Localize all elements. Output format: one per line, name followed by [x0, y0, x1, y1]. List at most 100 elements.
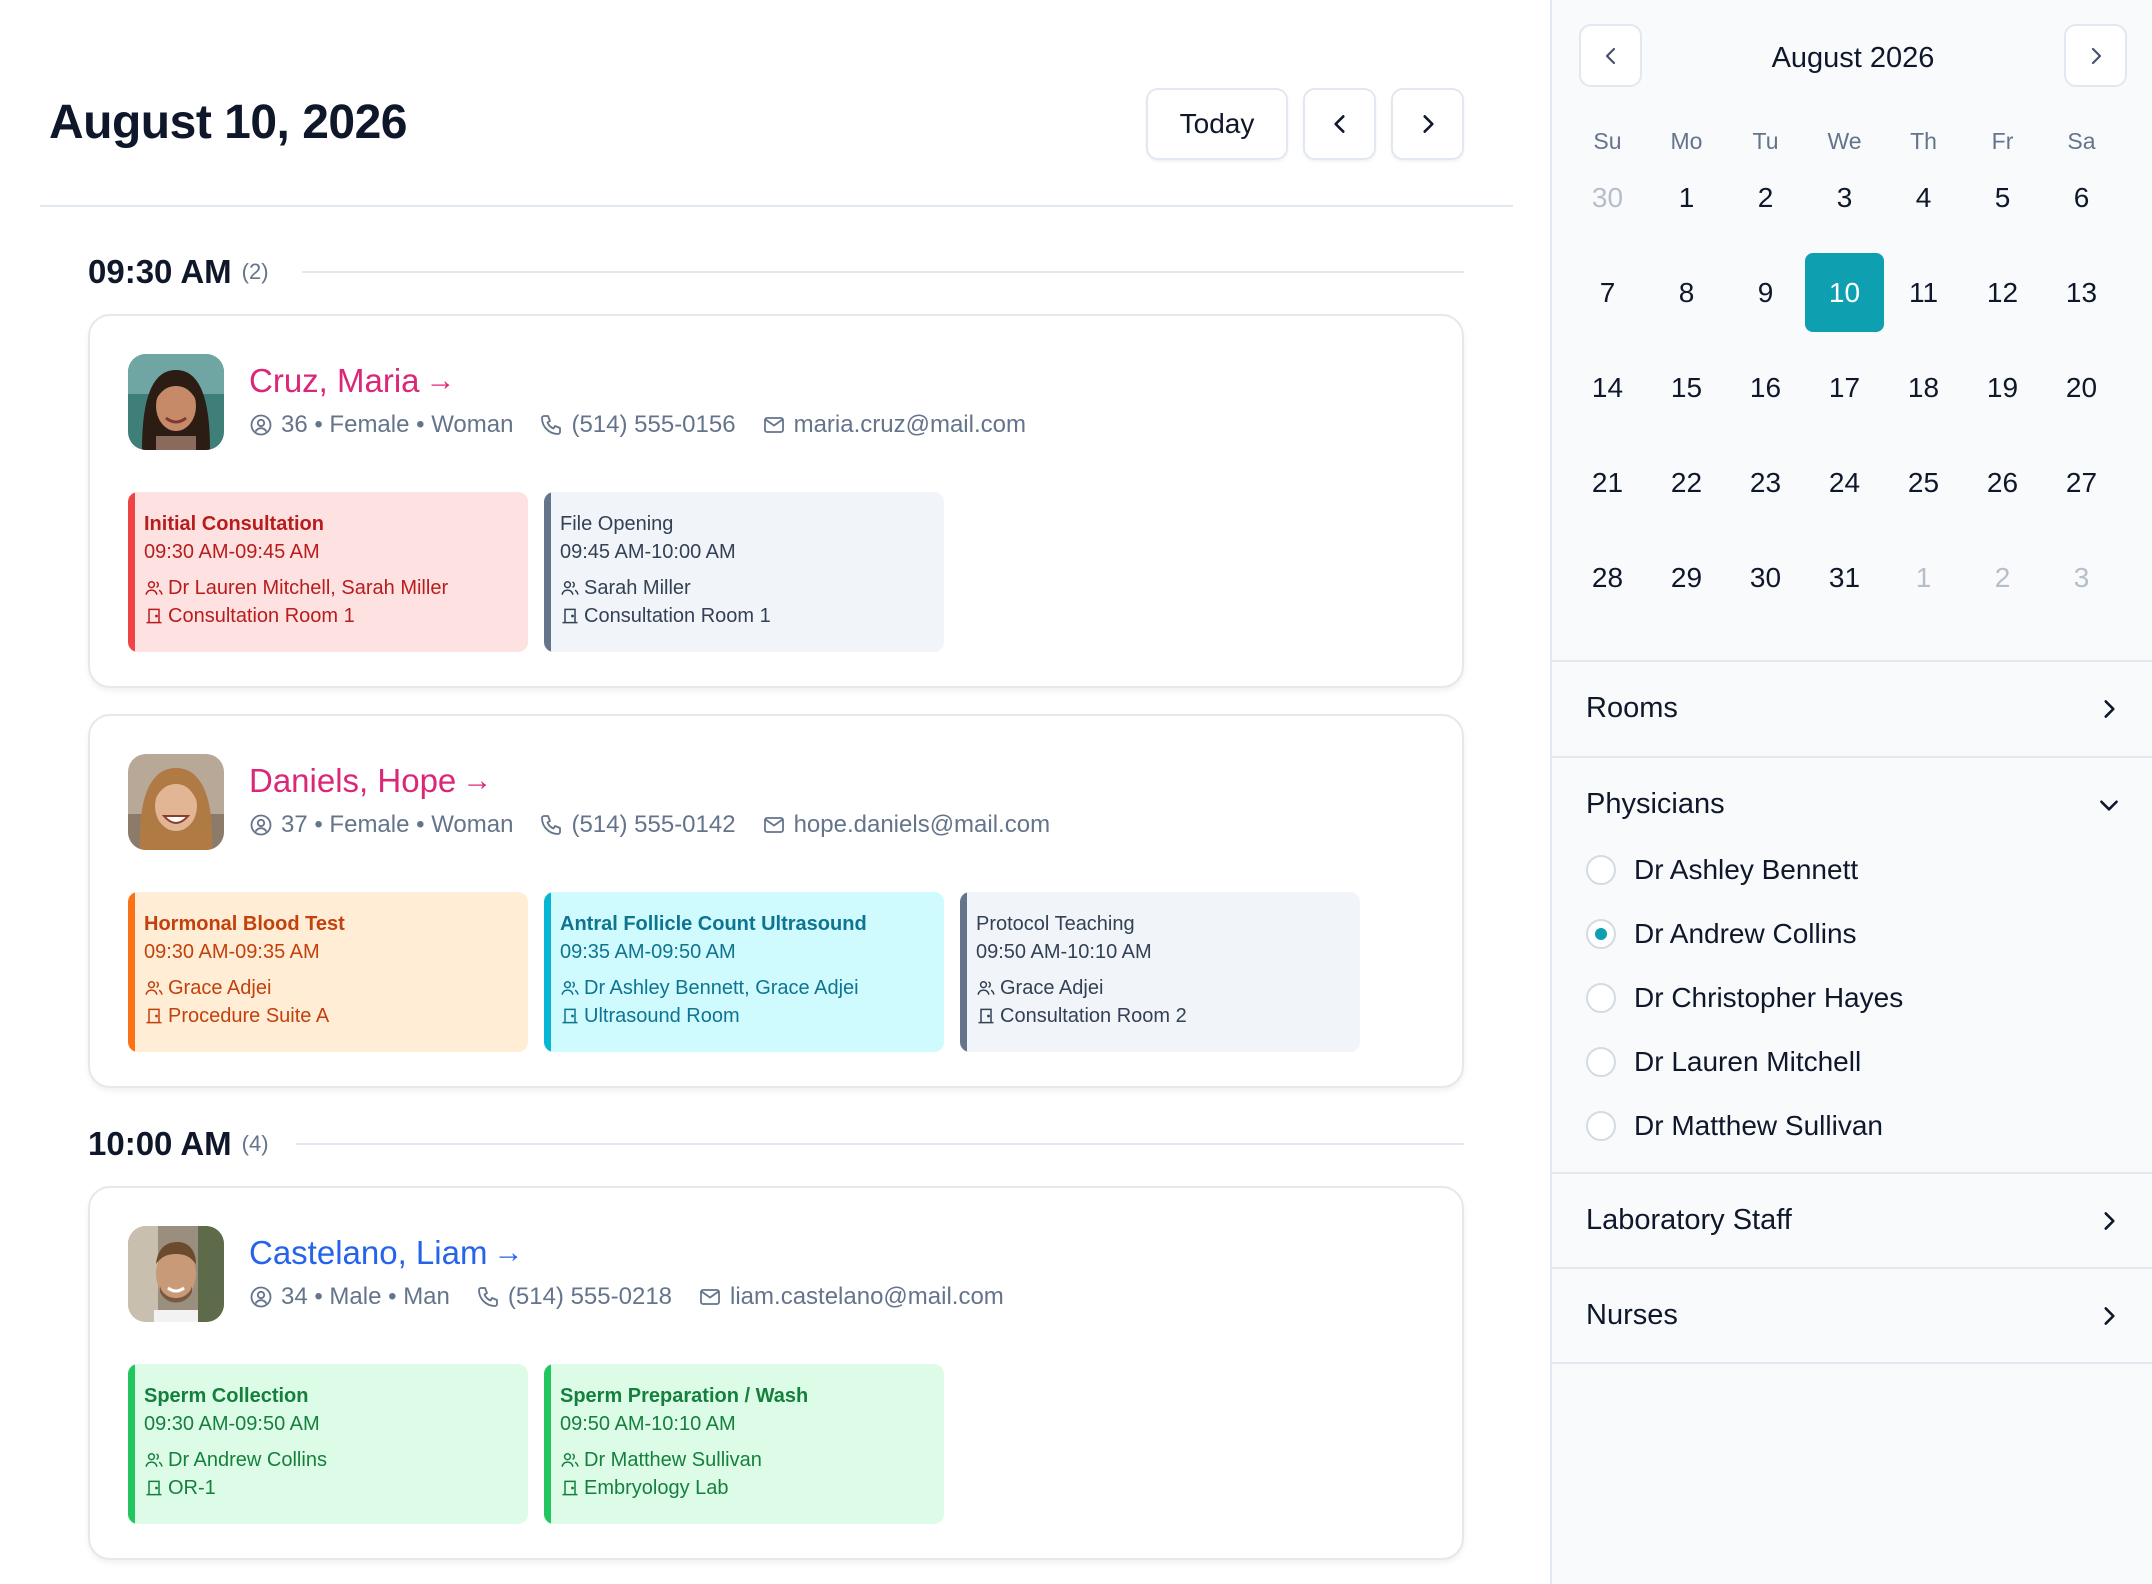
calendar-day[interactable]: 24	[1805, 443, 1884, 522]
calendar-day[interactable]: 7	[1568, 253, 1647, 332]
calendar-day[interactable]: 16	[1726, 348, 1805, 427]
calendar-day[interactable]: 27	[2042, 443, 2121, 522]
patient-name-link[interactable]: Daniels, Hope →	[249, 762, 492, 800]
physician-name: Dr Ashley Bennett	[1634, 854, 1859, 885]
calendar-day[interactable]: 8	[1647, 253, 1726, 332]
calendar-day[interactable]: 1	[1884, 538, 1963, 617]
calendar-day[interactable]: 1	[1647, 158, 1726, 237]
appointment-time: 09:30 AM-09:35 AM	[144, 941, 320, 963]
appointment-room: Procedure Suite A	[144, 1002, 528, 1030]
appointment-staff: Dr Andrew Collins	[144, 1446, 528, 1474]
calendar-day[interactable]: 15	[1647, 348, 1726, 427]
patient-email: liam.castelano@mail.com	[730, 1283, 1004, 1310]
appointment-block[interactable]: File Opening 09:45 AM-10:00 AM Sarah Mil…	[544, 492, 944, 652]
door-icon	[562, 608, 578, 624]
weekday-header: We	[1827, 128, 1862, 154]
physician-option[interactable]: Dr Ashley Bennett	[1586, 850, 1858, 890]
patient-name: Cruz, Maria	[249, 362, 420, 399]
physician-name: Dr Lauren Mitchell	[1634, 1046, 1862, 1077]
slot-divider	[296, 1143, 1464, 1145]
physician-option[interactable]: Dr Lauren Mitchell	[1586, 1042, 1861, 1082]
appointment-block[interactable]: Hormonal Blood Test 09:30 AM-09:35 AM Gr…	[128, 892, 528, 1052]
radio-button[interactable]	[1586, 983, 1616, 1013]
page-title: August 10, 2026	[49, 96, 407, 149]
sidebar: August 2026 Su Mo Tu We Th Fr Sa 30 1 2 3 4 5 6 7 8 9 10 1…	[1550, 0, 2152, 1584]
patient-phone: (514) 555-0142	[571, 811, 736, 838]
patient-name-link[interactable]: Cruz, Maria →	[249, 362, 456, 400]
appointment-staff: Dr Ashley Bennett, Grace Adjei	[560, 974, 944, 1002]
calendar-day[interactable]: 29	[1647, 538, 1726, 617]
avatar	[128, 1226, 224, 1322]
radio-button[interactable]	[1586, 855, 1616, 885]
patient-name-link[interactable]: Castelano, Liam →	[249, 1234, 523, 1272]
calendar-day[interactable]: 25	[1884, 443, 1963, 522]
physician-option[interactable]: Dr Andrew Collins	[1586, 914, 1857, 954]
door-icon	[562, 1008, 578, 1024]
nurses-section-toggle[interactable]: Nurses	[1552, 1267, 2152, 1361]
calendar-day[interactable]: 23	[1726, 443, 1805, 522]
appointment-time: 09:30 AM-09:50 AM	[144, 1413, 320, 1435]
calendar-day[interactable]: 26	[1963, 443, 2042, 522]
appointment-block[interactable]: Antral Follicle Count Ultrasound 09:35 A…	[544, 892, 944, 1052]
chevron-down-icon[interactable]	[2096, 792, 2122, 818]
calendar-day[interactable]: 30	[1726, 538, 1805, 617]
calendar-day[interactable]: 3	[1805, 158, 1884, 237]
physicians-label[interactable]: Physicians	[1586, 788, 1725, 821]
calendar-day[interactable]: 22	[1647, 443, 1726, 522]
weekday-header: Su	[1593, 128, 1622, 154]
appointment-block[interactable]: Protocol Teaching 09:50 AM-10:10 AM Grac…	[960, 892, 1360, 1052]
mail-icon	[763, 817, 784, 833]
calendar-day[interactable]: 5	[1963, 158, 2042, 237]
appointment-block[interactable]: Sperm Preparation / Wash 09:50 AM-10:10 …	[544, 1364, 944, 1524]
today-button[interactable]: Today	[1146, 88, 1288, 160]
previous-day-button[interactable]	[1303, 88, 1376, 160]
rooms-section-toggle[interactable]: Rooms	[1552, 660, 2152, 754]
calendar-day[interactable]: 19	[1963, 348, 2042, 427]
weekday-header: Mo	[1670, 128, 1703, 154]
physician-option[interactable]: Dr Christopher Hayes	[1586, 978, 1903, 1018]
appointment-time: 09:50 AM-10:10 AM	[976, 941, 1152, 963]
appointment-room: Consultation Room 1	[560, 602, 944, 630]
calendar-day[interactable]: 18	[1884, 348, 1963, 427]
user-circle-icon	[250, 414, 272, 436]
calendar-day[interactable]: 10	[1805, 253, 1884, 332]
users-icon	[977, 981, 995, 995]
appointment-room: Embryology Lab	[560, 1474, 944, 1502]
calendar-day[interactable]: 2	[1726, 158, 1805, 237]
next-day-button[interactable]	[1391, 88, 1464, 160]
appointment-room: OR-1	[144, 1474, 528, 1502]
calendar-day[interactable]: 14	[1568, 348, 1647, 427]
weekday-header: Th	[1910, 128, 1937, 154]
radio-button[interactable]	[1586, 1111, 1616, 1141]
calendar-day[interactable]: 2	[1963, 538, 2042, 617]
patient-demographics: 36 • Female • Woman	[281, 411, 514, 438]
calendar-day[interactable]: 21	[1568, 443, 1647, 522]
calendar-day[interactable]: 12	[1963, 253, 2042, 332]
calendar-day[interactable]: 30	[1568, 158, 1647, 237]
calendar-day[interactable]: 20	[2042, 348, 2121, 427]
appointment-block[interactable]: Sperm Collection 09:30 AM-09:50 AM Dr An…	[128, 1364, 528, 1524]
calendar-day[interactable]: 3	[2042, 538, 2121, 617]
physician-name: Dr Matthew Sullivan	[1634, 1110, 1883, 1141]
radio-button[interactable]	[1586, 1047, 1616, 1077]
patient-info: 36 • Female • Woman (514) 555-0156 maria…	[249, 411, 1052, 439]
appointment-block[interactable]: Initial Consultation 09:30 AM-09:45 AM D…	[128, 492, 528, 652]
appointment-time: 09:35 AM-09:50 AM	[560, 941, 736, 963]
patient-demographics: 37 • Female • Woman	[281, 811, 514, 838]
calendar-day[interactable]: 11	[1884, 253, 1963, 332]
calendar-day[interactable]: 31	[1805, 538, 1884, 617]
time-slot-header: 10:00 AM (4)	[88, 1124, 269, 1164]
calendar-day[interactable]: 13	[2042, 253, 2121, 332]
calendar-day[interactable]: 4	[1884, 158, 1963, 237]
calendar-day[interactable]: 17	[1805, 348, 1884, 427]
time-slot-header: 09:30 AM (2)	[88, 252, 269, 292]
physician-option[interactable]: Dr Matthew Sullivan	[1586, 1106, 1883, 1146]
calendar-next-month-button[interactable]	[2064, 24, 2127, 87]
calendar-day[interactable]: 9	[1726, 253, 1805, 332]
calendar-day[interactable]: 6	[2042, 158, 2121, 237]
calendar-day[interactable]: 28	[1568, 538, 1647, 617]
radio-button[interactable]	[1586, 919, 1616, 949]
laboratory-staff-section-toggle[interactable]: Laboratory Staff	[1552, 1172, 2152, 1266]
patient-card: Castelano, Liam → 34 • Male • Man (514) …	[88, 1186, 1464, 1560]
user-circle-icon	[250, 814, 272, 836]
